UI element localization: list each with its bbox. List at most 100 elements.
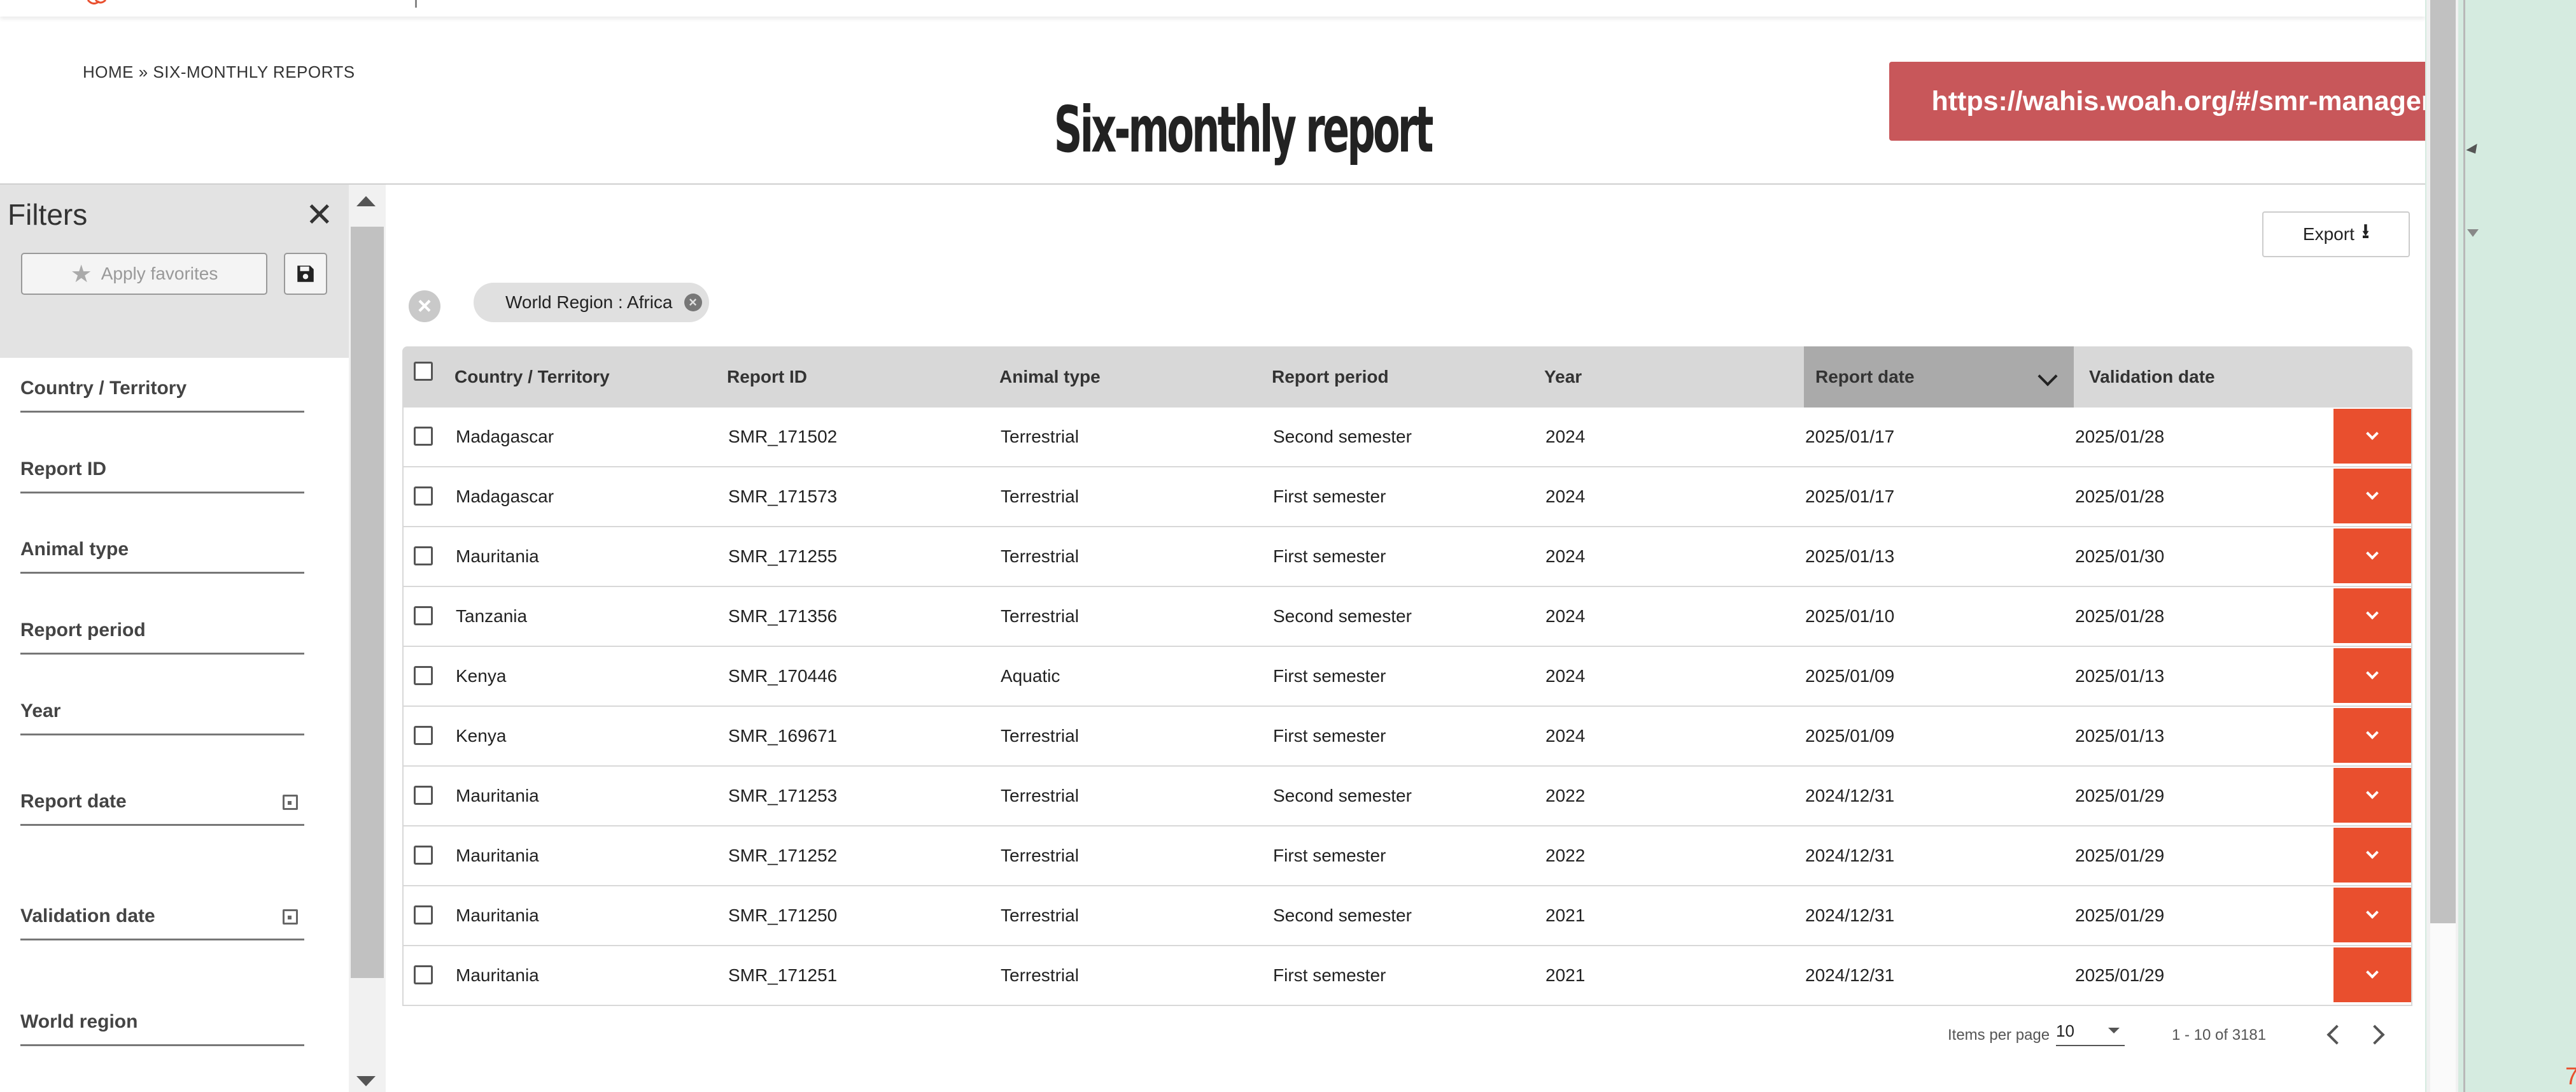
cell-year: 2024 (1545, 666, 1586, 686)
row-checkbox[interactable] (414, 965, 433, 984)
export-label: Export (2302, 224, 2354, 244)
table-header: Country / Territory Report ID Animal typ… (402, 346, 2412, 408)
calendar-icon[interactable] (283, 795, 298, 810)
cell-report-date: 2024/12/31 (1805, 846, 1895, 865)
row-checkbox[interactable] (414, 427, 433, 446)
select-all-checkbox[interactable] (414, 362, 433, 381)
column-header-country[interactable]: Country / Territory (454, 346, 610, 408)
page-title: Six-monthly report (1053, 92, 1434, 167)
table-row[interactable]: Mauritania SMR_171252 Terrestrial First sem… (402, 826, 2412, 886)
items-per-page-select[interactable]: 10 (2056, 1021, 2125, 1046)
page-scrollbar-track (2430, 923, 2456, 1092)
column-header-validation-date[interactable]: Validation date (2089, 346, 2215, 408)
caret-fragment-icon (2467, 229, 2479, 237)
expand-row-button[interactable] (2333, 888, 2411, 942)
clear-filters-icon[interactable]: × (409, 290, 440, 322)
report-date-filter[interactable]: Report date (20, 791, 304, 826)
expand-row-button[interactable] (2333, 469, 2411, 523)
column-header-year[interactable]: Year (1544, 346, 1582, 408)
scroll-down-icon[interactable] (356, 1076, 376, 1086)
scroll-up-icon[interactable] (356, 196, 376, 206)
row-checkbox[interactable] (414, 786, 433, 805)
expand-row-button[interactable] (2333, 768, 2411, 823)
expand-row-button[interactable] (2333, 409, 2411, 464)
expand-row-button[interactable] (2333, 648, 2411, 703)
filters-panel: Filters ✕ ★ Apply favorites Country / Te… (0, 185, 349, 1092)
column-header-report-date[interactable]: Report date (1804, 346, 2074, 408)
previous-page-icon[interactable] (2326, 1025, 2347, 1045)
filter-label: World region (20, 1011, 138, 1032)
cell-year: 2021 (1545, 905, 1586, 925)
cell-country: Madagascar (456, 427, 554, 446)
filters-header: Filters ✕ ★ Apply favorites (0, 185, 349, 358)
cell-validation-date: 2025/01/30 (2075, 546, 2165, 566)
cell-report-period: Second semester (1273, 606, 1412, 626)
cell-animal-type: Terrestrial (1001, 846, 1079, 865)
column-header-report-period[interactable]: Report period (1272, 346, 1389, 408)
column-header-animal-type[interactable]: Animal type (999, 346, 1101, 408)
filter-label: Animal type (20, 539, 129, 560)
page-scrollbar[interactable] (2426, 0, 2458, 1092)
cell-year: 2024 (1545, 427, 1586, 446)
cell-report-date: 2024/12/31 (1805, 965, 1895, 985)
remove-chip-icon[interactable]: × (684, 294, 702, 311)
row-checkbox[interactable] (414, 666, 433, 685)
expand-row-button[interactable] (2333, 828, 2411, 883)
expand-row-button[interactable] (2333, 588, 2411, 643)
report-id-filter[interactable]: Report ID (20, 458, 304, 493)
country-territory-filter[interactable]: Country / Territory (20, 378, 304, 413)
cell-report-date: 2025/01/09 (1805, 666, 1895, 686)
apply-favorites-button[interactable]: ★ Apply favorites (21, 253, 267, 295)
chevron-down-icon (2366, 786, 2379, 799)
table-row[interactable]: Mauritania SMR_171250 Terrestrial Second se… (402, 886, 2412, 946)
row-checkbox[interactable] (414, 486, 433, 506)
cell-report-period: First semester (1273, 546, 1386, 566)
save-favorites-button[interactable] (284, 253, 327, 295)
next-page-icon[interactable] (2365, 1025, 2385, 1045)
row-checkbox[interactable] (414, 905, 433, 925)
expand-row-button[interactable] (2333, 708, 2411, 763)
table-row[interactable]: Madagascar SMR_171502 Terrestrial Second se… (402, 408, 2412, 467)
row-checkbox[interactable] (414, 546, 433, 565)
cell-year: 2024 (1545, 726, 1586, 746)
table-row[interactable]: Kenya SMR_169671 Terrestrial First semester… (402, 707, 2412, 767)
cell-animal-type: Terrestrial (1001, 427, 1079, 446)
row-checkbox[interactable] (414, 846, 433, 865)
expand-row-button[interactable] (2333, 528, 2411, 583)
woah-logo-icon (87, 0, 107, 4)
table-row[interactable]: Mauritania SMR_171251 Terrestrial First sem… (402, 946, 2412, 1006)
app-window: HOME » SIX-MONTHLY REPORTS Six-monthly r… (0, 0, 2425, 1092)
download-icon: ⭳ (2361, 220, 2370, 243)
column-header-report-id[interactable]: Report ID (727, 346, 807, 408)
year-filter[interactable]: Year (20, 700, 304, 735)
chevron-down-icon (2366, 427, 2379, 440)
filter-label: Report date (20, 791, 127, 812)
url-banner: https://wahis.woah.org/#/smr-management (1889, 62, 2425, 141)
validation-date-filter[interactable]: Validation date (20, 905, 304, 940)
table-row[interactable]: Madagascar SMR_171573 Terrestrial First sem… (402, 467, 2412, 527)
page-scrollbar-thumb[interactable] (2430, 0, 2456, 923)
cell-country: Kenya (456, 726, 507, 746)
close-icon[interactable]: ✕ (306, 196, 334, 234)
animal-type-filter[interactable]: Animal type (20, 539, 304, 574)
expand-row-button[interactable] (2333, 947, 2411, 1002)
table-row[interactable]: Mauritania SMR_171253 Terrestrial Second se… (402, 767, 2412, 826)
row-checkbox[interactable] (414, 726, 433, 745)
chevron-down-icon (2366, 607, 2379, 620)
items-per-page-value: 10 (2056, 1021, 2074, 1040)
table-row[interactable]: Kenya SMR_170446 Aquatic First semester 2024… (402, 647, 2412, 707)
cell-year: 2024 (1545, 606, 1586, 626)
breadcrumb[interactable]: HOME » SIX-MONTHLY REPORTS (83, 62, 355, 82)
table-row[interactable]: Mauritania SMR_171255 Terrestrial First sem… (402, 527, 2412, 587)
chevron-fragment-icon (2466, 143, 2481, 157)
active-filter-chip[interactable]: World Region : Africa × (474, 283, 709, 322)
sidebar-scrollbar-thumb[interactable] (351, 227, 384, 978)
row-checkbox[interactable] (414, 606, 433, 625)
cell-report-period: First semester (1273, 965, 1386, 985)
world-region-filter[interactable]: World region (20, 1011, 304, 1046)
table-row[interactable]: Tanzania SMR_171356 Terrestrial Second seme… (402, 587, 2412, 647)
export-button[interactable]: Export ⭳ (2262, 211, 2410, 257)
calendar-icon[interactable] (283, 909, 298, 925)
report-period-filter[interactable]: Report period (20, 620, 304, 655)
cell-country: Mauritania (456, 846, 539, 865)
